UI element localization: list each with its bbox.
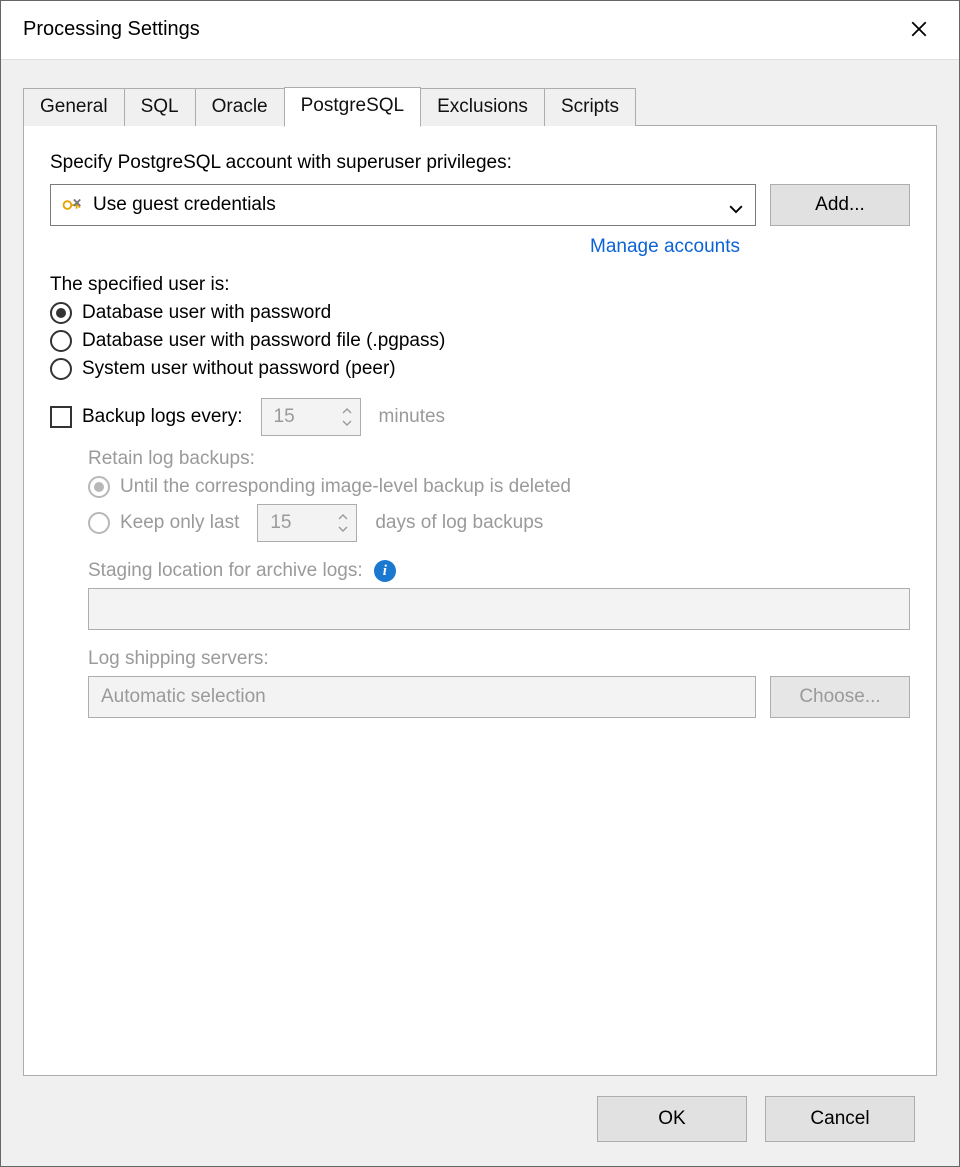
specified-user-label: The specified user is:	[50, 274, 910, 296]
close-button[interactable]	[897, 11, 941, 47]
choose-servers-button: Choose...	[770, 676, 910, 718]
backup-logs-unit: minutes	[379, 406, 446, 428]
radio-retain-until-image-deleted	[88, 476, 110, 498]
backup-logs-interval-value: 15	[274, 406, 340, 428]
tab-strip: General SQL Oracle PostgreSQL Exclusions…	[23, 86, 937, 126]
titlebar: Processing Settings	[1, 1, 959, 60]
credentials-value: Use guest credentials	[93, 194, 729, 216]
backup-logs-interval-spinner[interactable]: 15	[261, 398, 361, 436]
retain-keep-suffix: days of log backups	[375, 512, 543, 534]
radio-retain-until-label: Until the corresponding image-level back…	[120, 476, 571, 498]
close-icon	[910, 20, 928, 38]
staging-location-input	[88, 588, 910, 630]
spinner-down-icon	[336, 524, 350, 534]
retain-keep-prefix: Keep only last	[120, 512, 239, 534]
tab-scripts[interactable]: Scripts	[544, 88, 636, 126]
spinner-up-icon[interactable]	[340, 406, 354, 416]
backup-logs-checkbox[interactable]	[50, 406, 72, 428]
info-icon[interactable]: i	[374, 560, 396, 582]
radio-system-user-peer-label: System user without password (peer)	[82, 358, 396, 380]
spinner-down-icon[interactable]	[340, 418, 354, 428]
tab-sql[interactable]: SQL	[124, 88, 196, 126]
cancel-button[interactable]: Cancel	[765, 1096, 915, 1142]
chevron-down-icon	[729, 198, 743, 212]
specify-account-label: Specify PostgreSQL account with superuse…	[50, 152, 910, 174]
dialog-body: General SQL Oracle PostgreSQL Exclusions…	[1, 60, 959, 1166]
dialog-footer: OK Cancel	[23, 1076, 937, 1166]
tab-postgresql[interactable]: PostgreSQL	[284, 87, 422, 127]
manage-accounts-link[interactable]: Manage accounts	[590, 236, 740, 257]
log-shipping-servers-input: Automatic selection	[88, 676, 756, 718]
tab-panel-postgresql: Specify PostgreSQL account with superuse…	[23, 125, 937, 1076]
window-title: Processing Settings	[23, 18, 200, 41]
add-credentials-button[interactable]: Add...	[770, 184, 910, 226]
radio-db-user-pgpass-label: Database user with password file (.pgpas…	[82, 330, 445, 352]
retain-log-backups-label: Retain log backups:	[88, 448, 910, 470]
retain-keep-days-value: 15	[270, 512, 336, 534]
ok-button[interactable]: OK	[597, 1096, 747, 1142]
radio-retain-keep-last	[88, 512, 110, 534]
tab-oracle[interactable]: Oracle	[195, 88, 285, 126]
tab-exclusions[interactable]: Exclusions	[420, 88, 545, 126]
retain-keep-days-spinner: 15	[257, 504, 357, 542]
radio-db-user-pgpass[interactable]	[50, 330, 72, 352]
key-icon	[61, 194, 83, 216]
staging-location-label: Staging location for archive logs:	[88, 560, 363, 581]
spinner-up-icon	[336, 512, 350, 522]
tab-general[interactable]: General	[23, 88, 125, 126]
credentials-dropdown[interactable]: Use guest credentials	[50, 184, 756, 226]
radio-db-user-password[interactable]	[50, 302, 72, 324]
log-shipping-label: Log shipping servers:	[88, 648, 910, 670]
processing-settings-dialog: Processing Settings General SQL Oracle P…	[0, 0, 960, 1167]
radio-system-user-peer[interactable]	[50, 358, 72, 380]
radio-db-user-password-label: Database user with password	[82, 302, 331, 324]
backup-logs-label: Backup logs every:	[82, 406, 243, 428]
